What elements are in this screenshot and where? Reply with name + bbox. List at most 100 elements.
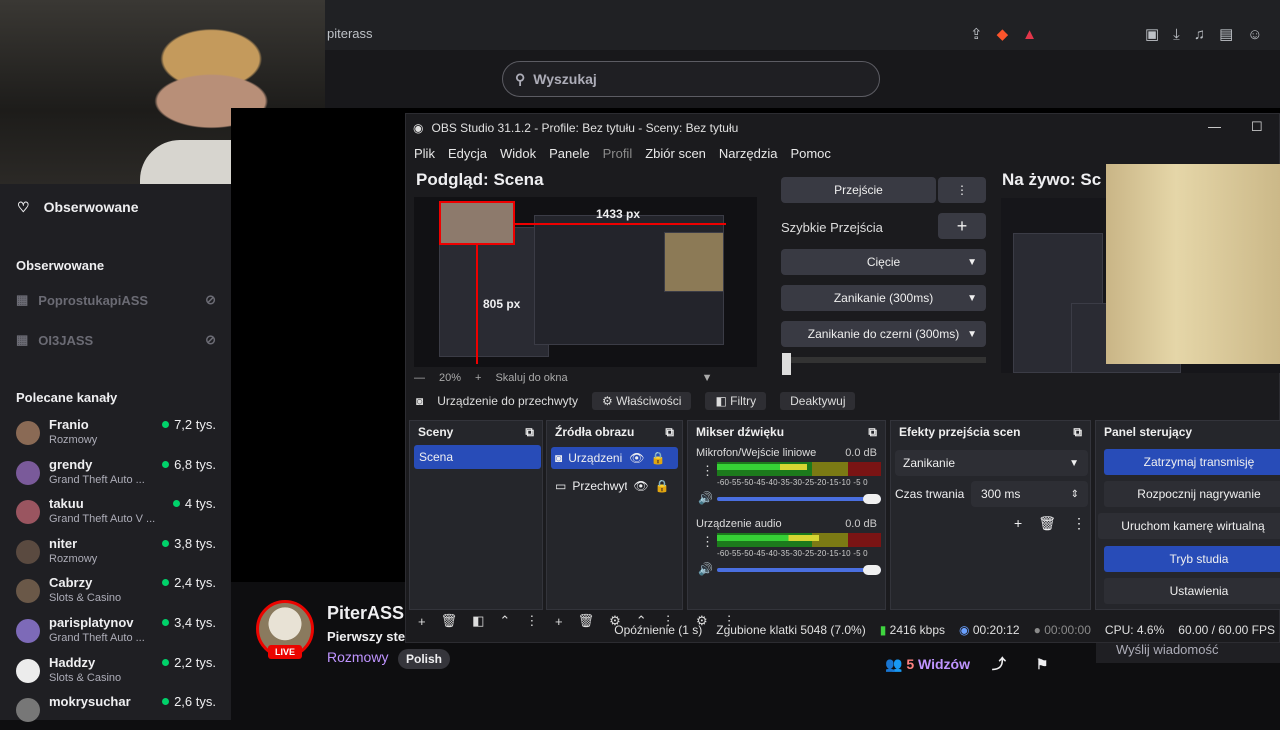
lock-icon[interactable]: 🔒 <box>655 479 670 493</box>
recommended-channel[interactable]: grendy Grand Theft Auto ... 6,8 tys. <box>16 457 216 493</box>
followed-channel[interactable]: ▦ OI3JASS ⊘ <box>16 332 216 348</box>
filters-button[interactable]: ◧ Filtry <box>705 392 767 410</box>
quick-transition-fade-black[interactable]: Zanikanie do czerni (300ms) ▼ <box>781 321 986 347</box>
brave-rewards-icon[interactable]: ▲ <box>1022 26 1037 43</box>
stop-streaming-button[interactable]: Zatrzymaj transmisję <box>1104 449 1280 475</box>
menu-item[interactable]: Zbiór scen <box>645 146 706 161</box>
menu-item[interactable]: Pomoc <box>790 146 830 161</box>
menu-item[interactable]: Edycja <box>448 146 487 161</box>
source-item[interactable]: ◙ Urządzeni 👁 🔒 <box>551 447 678 469</box>
more-icon[interactable]: ⋮ <box>1072 515 1086 532</box>
transition-actions: + 🗑 ⋮ <box>1014 515 1086 532</box>
speaker-icon[interactable]: 🔊 <box>698 562 713 576</box>
followed-header[interactable]: ♡ Obserwowane <box>17 199 138 216</box>
height-readout: 805 px <box>483 297 521 311</box>
status-bar: Opóźnienie (1 s) Zgubione klatki 5048 (7… <box>406 618 1280 642</box>
offline-channel-icon: ▦ <box>16 332 29 347</box>
add-quick-transition-button[interactable]: + <box>938 213 986 239</box>
undock-icon[interactable]: ⧉ <box>525 425 534 440</box>
language-tag[interactable]: Polish <box>398 649 451 669</box>
download-icon[interactable]: ⤓ <box>1173 26 1180 43</box>
chevron-down-icon[interactable]: ▼ <box>702 372 713 384</box>
properties-button[interactable]: ⚙ Właściwości <box>591 392 692 410</box>
music-icon[interactable]: ♫ <box>1194 26 1205 43</box>
scene-item[interactable]: Scena <box>414 445 541 469</box>
more-icon[interactable]: ⋮ <box>701 463 714 479</box>
menu-item[interactable]: Widok <box>500 146 536 161</box>
menu-item[interactable]: Panele <box>549 146 589 161</box>
lock-icon[interactable]: 🔒 <box>650 451 665 465</box>
audio-meter-level <box>717 464 807 470</box>
recommended-channel[interactable]: Haddzy Slots & Casino 2,2 tys. <box>16 655 216 691</box>
t-bar-handle[interactable] <box>782 353 791 375</box>
source-item[interactable]: ▭ Przechwyt 👁 🔒 <box>551 475 678 497</box>
quick-transition-cut[interactable]: Cięcie ▼ <box>781 249 986 275</box>
report-icon[interactable]: ⚑ <box>1036 656 1049 672</box>
undock-icon[interactable]: ⧉ <box>868 425 877 440</box>
recommended-channel[interactable]: Franio Rozmowy 7,2 tys. <box>16 417 216 453</box>
obs-window: ◉ OBS Studio 31.1.2 - Profile: Bez tytuł… <box>405 113 1280 643</box>
volume-slider[interactable] <box>717 568 881 572</box>
undock-icon[interactable]: ⧉ <box>1073 425 1082 440</box>
chevron-down-icon: ▼ <box>1069 457 1079 469</box>
studio-mode-button[interactable]: Tryb studia <box>1104 546 1280 572</box>
transition-button[interactable]: Przejście <box>781 177 936 203</box>
maximize-icon[interactable]: ☐ <box>1251 119 1263 135</box>
streamer-name[interactable]: PiterASS <box>327 603 404 624</box>
menu-item[interactable]: Narzędzia <box>719 146 778 161</box>
address-bar[interactable]: piterass <box>325 18 1060 48</box>
camera-icon: ◙ <box>555 451 563 465</box>
recommended-channel[interactable]: takuu Grand Theft Auto V ... 4 tys. <box>16 496 216 532</box>
trash-icon[interactable]: 🗑 <box>1038 515 1056 532</box>
zoom-in-icon[interactable]: + <box>475 372 481 384</box>
fps: 60.00 / 60.00 FPS <box>1178 623 1275 637</box>
eye-icon[interactable]: 👁 <box>633 479 648 493</box>
selected-source-box[interactable] <box>439 201 515 245</box>
t-bar[interactable] <box>782 357 986 363</box>
channel-avatar <box>16 698 40 723</box>
volume-slider-knob[interactable] <box>863 565 881 575</box>
minimize-icon[interactable]: — <box>1208 119 1221 134</box>
stepper-icon[interactable]: ⇕ <box>1071 489 1079 500</box>
start-recording-button[interactable]: Rozpocznij nagrywanie <box>1104 481 1280 507</box>
recommended-channel[interactable]: Cabrzy Slots & Casino 2,4 tys. <box>16 575 216 611</box>
chevron-down-icon: ▼ <box>967 292 977 304</box>
speaker-icon[interactable]: 🔊 <box>698 491 713 505</box>
more-icon[interactable]: ⋮ <box>701 534 714 550</box>
share-icon[interactable]: ⇪ <box>970 25 983 43</box>
share-icon[interactable]: ⤴ <box>992 656 1006 672</box>
deactivate-button[interactable]: Deaktywuj <box>780 392 856 410</box>
profile-icon[interactable]: ☺ <box>1247 26 1262 43</box>
stream-category[interactable]: Rozmowy <box>327 649 388 665</box>
transition-select[interactable]: Zanikanie ▼ <box>895 450 1088 476</box>
volume-slider[interactable] <box>717 497 881 501</box>
menu-item[interactable]: Plik <box>414 146 435 161</box>
screenshot-icon[interactable]: ▣ <box>1145 25 1159 43</box>
obs-menubar: Plik Edycja Widok Panele Profil Zbiór sc… <box>414 146 831 161</box>
sidebar-toggle-icon[interactable]: ▤ <box>1219 25 1233 43</box>
menu-item[interactable]: Profil <box>603 146 633 161</box>
channel-category: Grand Theft Auto ... <box>49 632 145 644</box>
zoom-out-icon[interactable]: — <box>414 372 425 384</box>
recommended-channel[interactable]: niter Rozmowy 3,8 tys. <box>16 536 216 572</box>
settings-button[interactable]: Ustawienia <box>1104 578 1280 604</box>
search-input[interactable]: ⚲ Wyszukaj <box>502 61 880 97</box>
offline-channel-icon: ▦ <box>16 292 29 307</box>
zoom-mode[interactable]: Skaluj do okna <box>495 372 567 384</box>
width-guide <box>514 223 726 225</box>
recommended-channel[interactable]: mokrysuchar 2,6 tys. <box>16 694 216 730</box>
virtual-camera-button[interactable]: Uruchom kamerę wirtualną <box>1098 513 1280 539</box>
brave-shield-icon[interactable]: ◆ <box>997 25 1009 43</box>
channel-name: Cabrzy <box>49 575 93 591</box>
transition-menu-button[interactable]: ⋮ <box>938 177 986 203</box>
followed-channel[interactable]: ▦ PoprostukapiASS ⊘ <box>16 292 216 308</box>
duration-label: Czas trwania <box>895 487 965 501</box>
quick-transition-fade[interactable]: Zanikanie (300ms) ▼ <box>781 285 986 311</box>
record-icon: ● <box>1033 623 1041 637</box>
eye-icon[interactable]: 👁 <box>629 451 644 465</box>
duration-input[interactable]: 300 ms ⇕ <box>971 481 1088 507</box>
plus-icon[interactable]: + <box>1014 515 1022 532</box>
volume-slider-knob[interactable] <box>863 494 881 504</box>
recommended-channel[interactable]: parisplatynov Grand Theft Auto ... 3,4 tys… <box>16 615 216 651</box>
undock-icon[interactable]: ⧉ <box>665 425 674 440</box>
